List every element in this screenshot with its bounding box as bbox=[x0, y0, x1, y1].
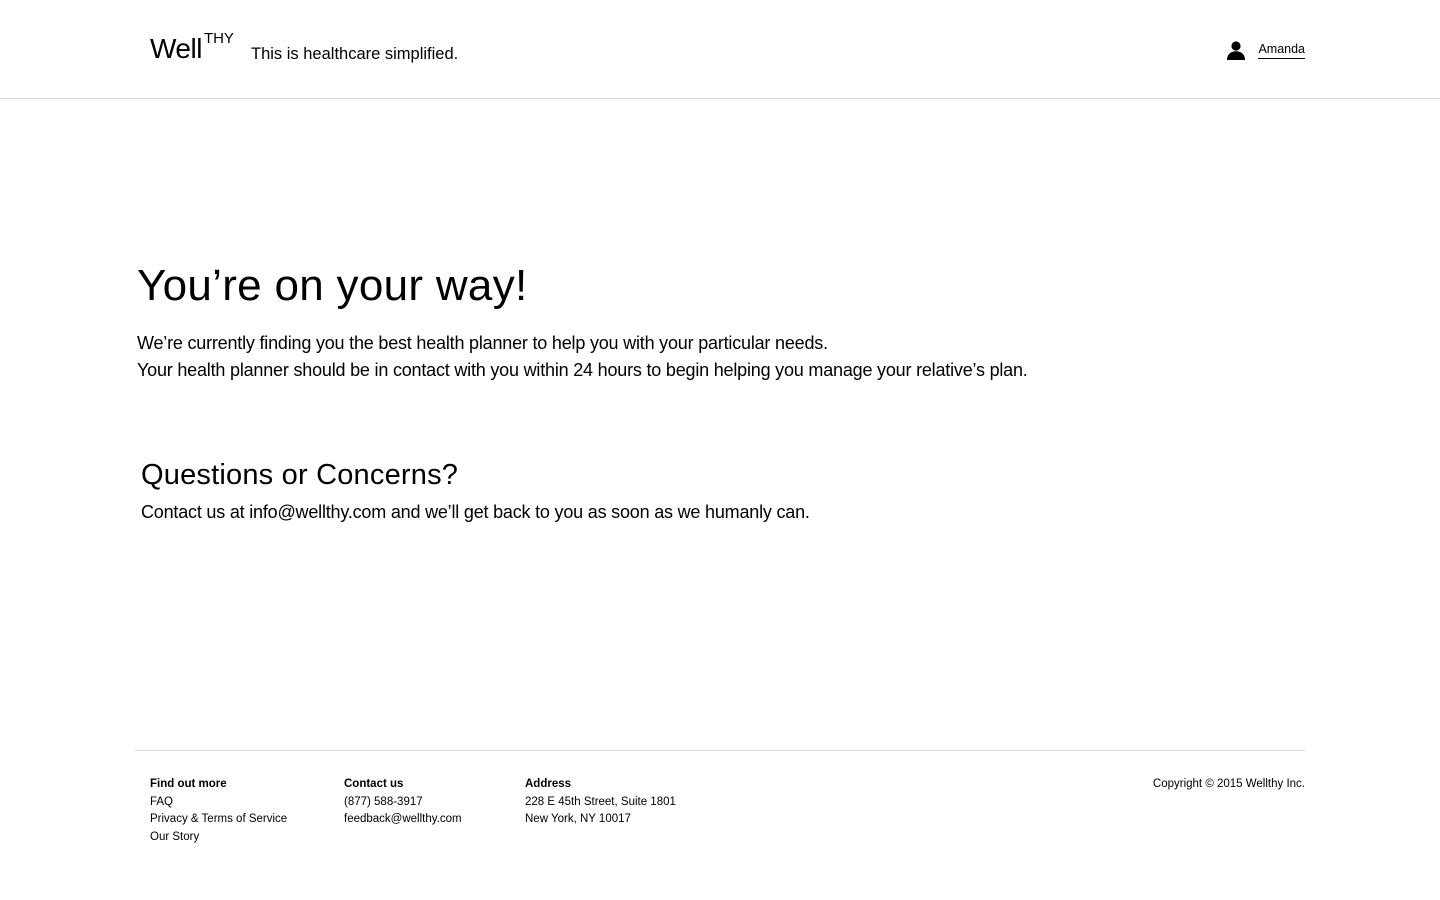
footer-phone: (877) 588-3917 bbox=[344, 795, 423, 808]
footer-find-out-more: Find out more FAQ Privacy & Terms of Ser… bbox=[150, 776, 287, 846]
questions-text: Contact us at info@wellthy.com and we’ll… bbox=[141, 502, 810, 522]
footer-address-line-2: New York, NY 10017 bbox=[525, 813, 631, 825]
page-title: You’re on your way! bbox=[137, 261, 528, 310]
footer-divider bbox=[135, 750, 1305, 751]
footer-find-out-more-heading: Find out more bbox=[150, 778, 227, 790]
footer-address-heading: Address bbox=[525, 778, 572, 790]
site-header: Well THY This is healthcare simplified. … bbox=[0, 0, 1440, 99]
footer-address-line-1: 228 E 45th Street, Suite 1801 bbox=[525, 795, 676, 808]
copyright: Copyright © 2015 Wellthy Inc. bbox=[1152, 778, 1305, 790]
footer-email-link[interactable]: feedback@wellthy.com bbox=[344, 811, 462, 829]
footer-link-faq[interactable]: FAQ bbox=[150, 794, 287, 812]
user-menu[interactable]: Amanda bbox=[1226, 40, 1305, 60]
status-message-line-1: We’re currently finding you the best hea… bbox=[137, 333, 828, 353]
footer-link-our-story[interactable]: Our Story bbox=[150, 829, 287, 847]
user-icon[interactable] bbox=[1226, 40, 1246, 60]
user-name-link[interactable]: Amanda bbox=[1258, 41, 1305, 59]
logo-superscript-text: THY bbox=[203, 30, 234, 47]
footer-contact-heading: Contact us bbox=[344, 778, 404, 790]
questions-heading: Questions or Concerns? bbox=[141, 459, 459, 491]
status-message-line-2: Your health planner should be in contact… bbox=[137, 360, 1028, 380]
footer-address: Address 228 E 45th Street, Suite 1801 Ne… bbox=[525, 776, 676, 829]
footer-contact: Contact us (877) 588-3917 feedback@wellt… bbox=[344, 776, 462, 829]
footer-link-privacy-terms[interactable]: Privacy & Terms of Service bbox=[150, 811, 287, 829]
logo[interactable]: Well THY bbox=[150, 31, 234, 67]
logo-main-text: Well bbox=[150, 33, 202, 64]
tagline: This is healthcare simplified. bbox=[251, 45, 459, 63]
